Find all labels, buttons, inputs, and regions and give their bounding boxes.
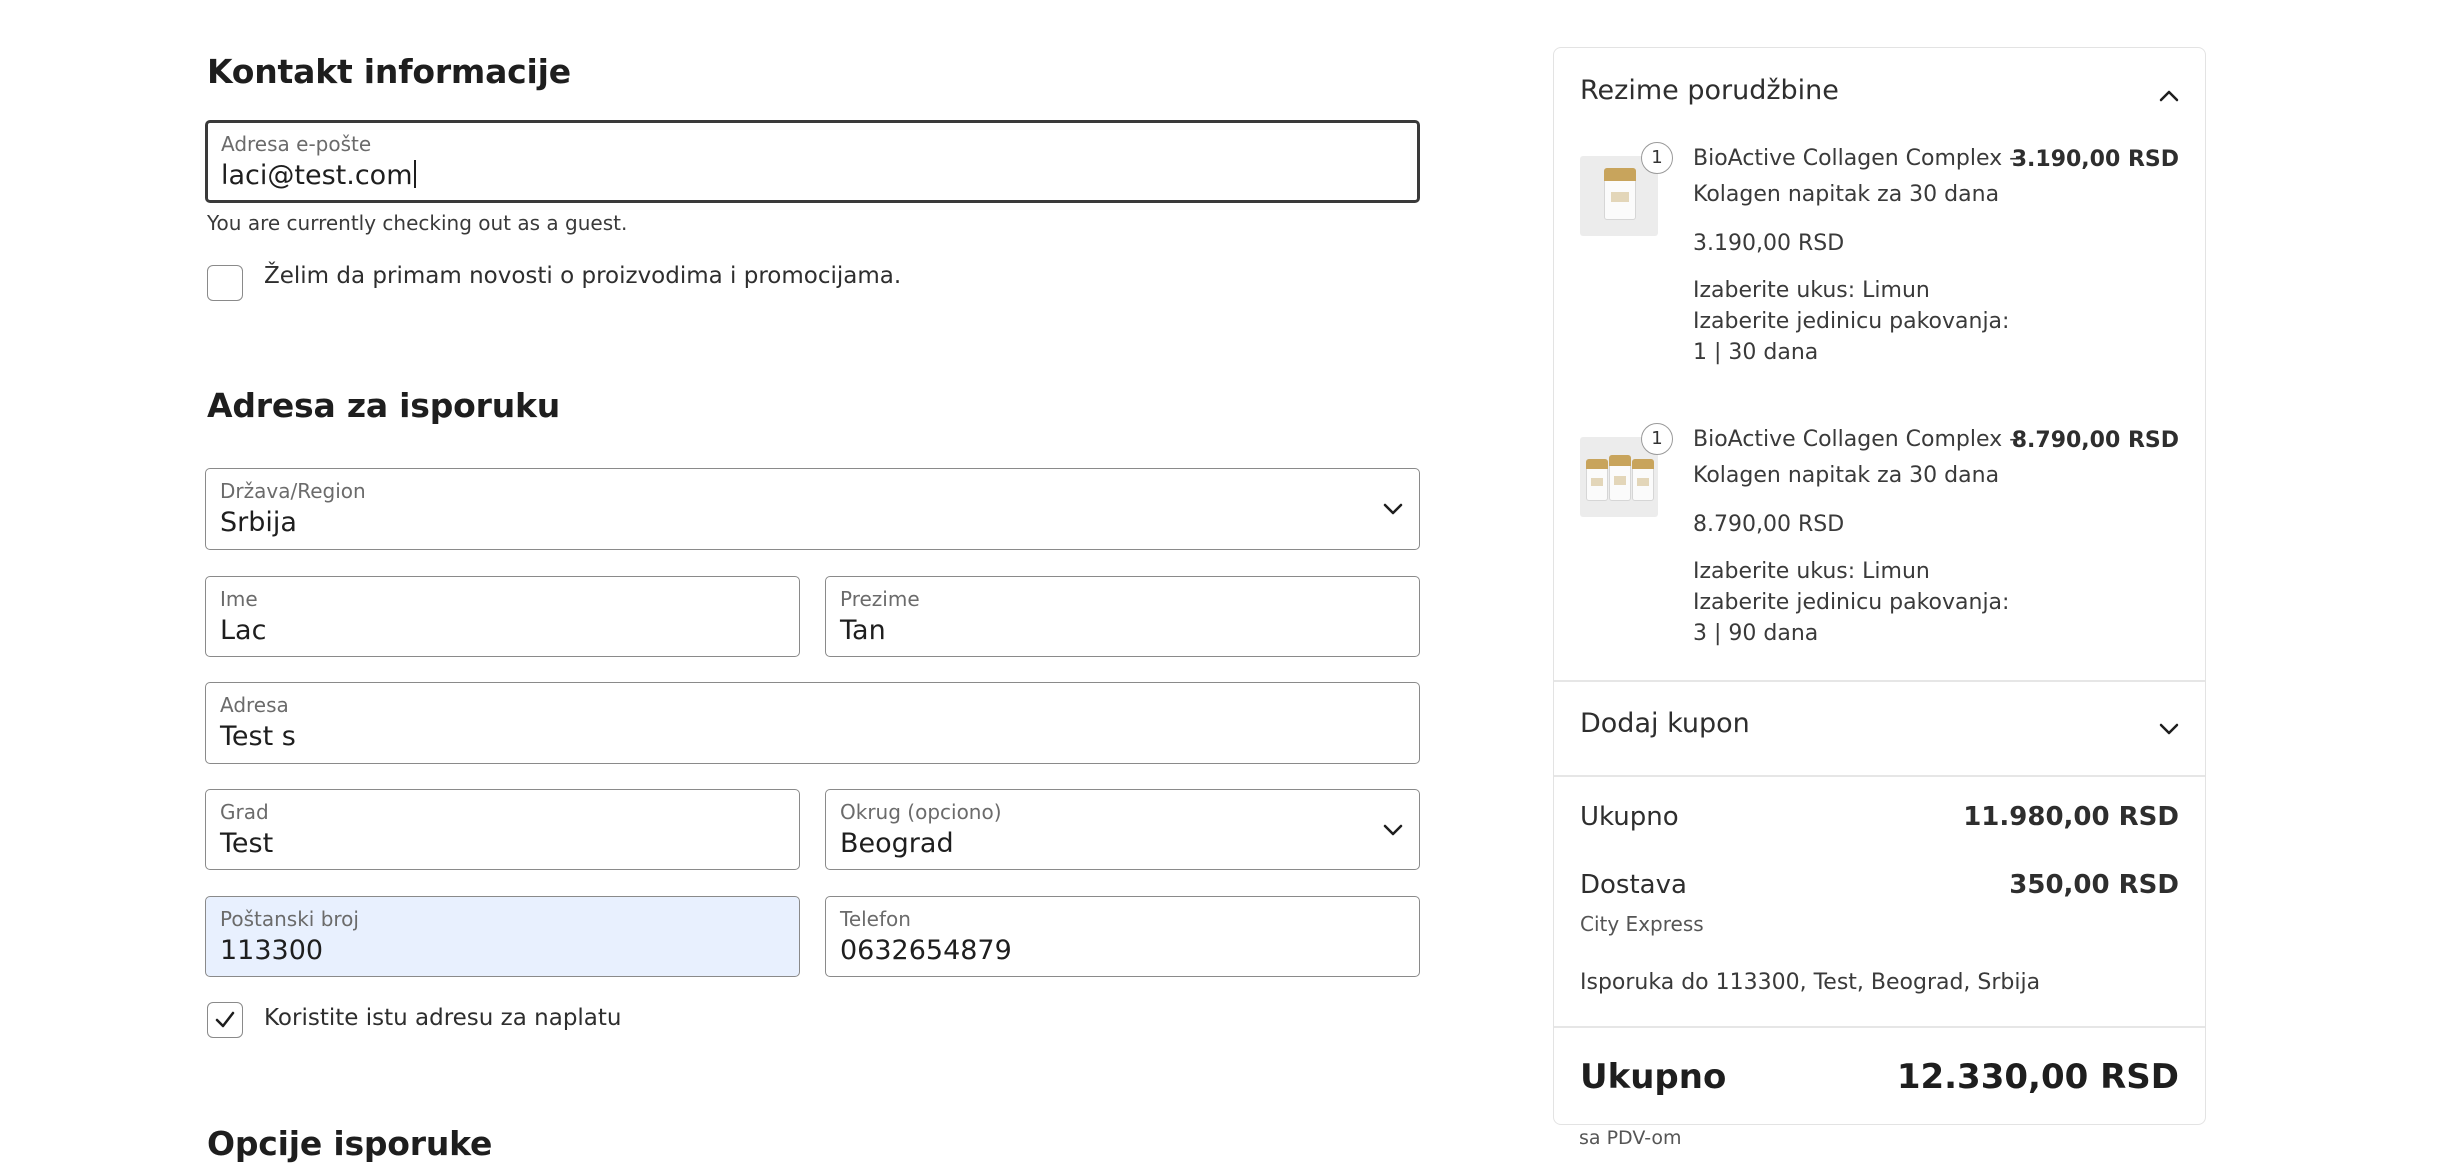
item-total: 3.190,00 RSD bbox=[2011, 147, 2179, 172]
first-name-field[interactable]: Ime Lac bbox=[205, 576, 800, 657]
divider bbox=[1554, 1026, 2205, 1028]
item-option-pack-label: Izaberite jedinicu pakovanja: bbox=[1693, 309, 2010, 334]
chevron-down-icon bbox=[1383, 503, 1403, 515]
district-label: Okrug (opciono) bbox=[840, 800, 1002, 824]
text-caret bbox=[413, 160, 416, 188]
shipping-method: City Express bbox=[1580, 912, 1704, 936]
city-field[interactable]: Grad Test bbox=[205, 789, 800, 870]
item-name: BioActive Collagen Complex – Kolagen nap… bbox=[1693, 146, 2021, 207]
order-summary: Rezime porudžbine 1 BioActive Collagen C… bbox=[1553, 47, 2206, 1125]
postal-code-label: Poštanski broj bbox=[220, 907, 359, 931]
country-select-value[interactable]: Srbija bbox=[220, 507, 297, 538]
phone-field[interactable]: Telefon 0632654879 bbox=[825, 896, 1420, 977]
item-unit-price: 3.190,00 RSD bbox=[1693, 231, 1845, 256]
city-value[interactable]: Test bbox=[220, 828, 273, 859]
item-option-pack-label: Izaberite jedinicu pakovanja: bbox=[1693, 590, 2010, 615]
phone-value[interactable]: 0632654879 bbox=[840, 935, 1012, 966]
quantity-badge: 1 bbox=[1641, 142, 1673, 174]
delivery-address: Isporuka do 113300, Test, Beograd, Srbij… bbox=[1580, 970, 2041, 995]
item-option-pack-value: 3 | 90 dana bbox=[1693, 621, 1819, 646]
shipping-value: 350,00 RSD bbox=[2009, 870, 2179, 900]
address-value[interactable]: Test s bbox=[220, 721, 296, 752]
quantity-badge: 1 bbox=[1641, 423, 1673, 455]
city-label: Grad bbox=[220, 800, 269, 824]
delivery-options-title: Opcije isporuke bbox=[207, 1124, 493, 1163]
product-jar-image bbox=[1632, 459, 1654, 501]
email-field-value-wrap[interactable]: laci@test.com bbox=[221, 160, 416, 191]
same-billing-checkbox[interactable] bbox=[207, 1002, 243, 1038]
grand-total-label: Ukupno bbox=[1580, 1057, 1727, 1097]
grand-total-value: 12.330,00 RSD bbox=[1896, 1057, 2179, 1097]
last-name-label: Prezime bbox=[840, 587, 920, 611]
item-unit-price: 8.790,00 RSD bbox=[1693, 512, 1845, 537]
chevron-down-icon[interactable] bbox=[2159, 723, 2179, 735]
first-name-value[interactable]: Lac bbox=[220, 615, 266, 646]
coupon-toggle[interactable]: Dodaj kupon bbox=[1580, 708, 1750, 739]
newsletter-checkbox[interactable] bbox=[207, 265, 243, 301]
product-jar-image bbox=[1604, 168, 1636, 220]
address-label: Adresa bbox=[220, 693, 289, 717]
shipping-label: Dostava bbox=[1580, 870, 1687, 900]
last-name-value[interactable]: Tan bbox=[840, 615, 886, 646]
chevron-down-icon bbox=[1383, 824, 1403, 836]
address-field[interactable]: Adresa Test s bbox=[205, 682, 1420, 764]
item-option-pack-value: 1 | 30 dana bbox=[1693, 340, 1819, 365]
product-jar-image bbox=[1609, 455, 1631, 501]
vat-note: sa PDV-om bbox=[1579, 1127, 1682, 1149]
item-total: 8.790,00 RSD bbox=[2011, 428, 2179, 453]
district-select[interactable]: Okrug (opciono) Beograd bbox=[825, 789, 1420, 870]
email-field[interactable]: Adresa e-pošte laci@test.com bbox=[205, 120, 1420, 203]
subtotal-label: Ukupno bbox=[1580, 802, 1679, 832]
divider bbox=[1554, 680, 2205, 682]
guest-checkout-note: You are currently checking out as a gues… bbox=[207, 211, 628, 235]
same-billing-label[interactable]: Koristite istu adresu za naplatu bbox=[264, 1005, 622, 1031]
email-field-value[interactable]: laci@test.com bbox=[221, 160, 413, 191]
product-jar-image bbox=[1586, 459, 1608, 501]
country-select-label: Država/Region bbox=[220, 479, 366, 503]
order-summary-title[interactable]: Rezime porudžbine bbox=[1580, 75, 1839, 106]
contact-section-title: Kontakt informacije bbox=[207, 52, 571, 91]
checkout-page: Kontakt informacije Adresa e-pošte laci@… bbox=[0, 0, 2457, 1163]
subtotal-value: 11.980,00 RSD bbox=[1963, 802, 2179, 832]
phone-label: Telefon bbox=[840, 907, 911, 931]
item-option-flavor: Izaberite ukus: Limun bbox=[1693, 559, 1930, 584]
shipping-section-title: Adresa za isporuku bbox=[207, 386, 561, 425]
first-name-label: Ime bbox=[220, 587, 258, 611]
check-icon bbox=[215, 1011, 235, 1028]
district-value[interactable]: Beograd bbox=[840, 828, 954, 859]
item-options: Izaberite ukus: Limun Izaberite jedinicu… bbox=[1693, 556, 2053, 649]
email-field-label: Adresa e-pošte bbox=[221, 132, 372, 156]
newsletter-checkbox-label[interactable]: Želim da primam novosti o proizvodima i … bbox=[264, 263, 901, 289]
item-option-flavor: Izaberite ukus: Limun bbox=[1693, 278, 1930, 303]
postal-code-field[interactable]: Poštanski broj 113300 bbox=[205, 896, 800, 977]
chevron-up-icon[interactable] bbox=[2159, 90, 2179, 102]
postal-code-value[interactable]: 113300 bbox=[220, 935, 323, 966]
country-select[interactable]: Država/Region Srbija bbox=[205, 468, 1420, 550]
divider bbox=[1554, 775, 2205, 777]
item-name: BioActive Collagen Complex – Kolagen nap… bbox=[1693, 427, 2021, 488]
item-options: Izaberite ukus: Limun Izaberite jedinicu… bbox=[1693, 275, 2053, 368]
last-name-field[interactable]: Prezime Tan bbox=[825, 576, 1420, 657]
